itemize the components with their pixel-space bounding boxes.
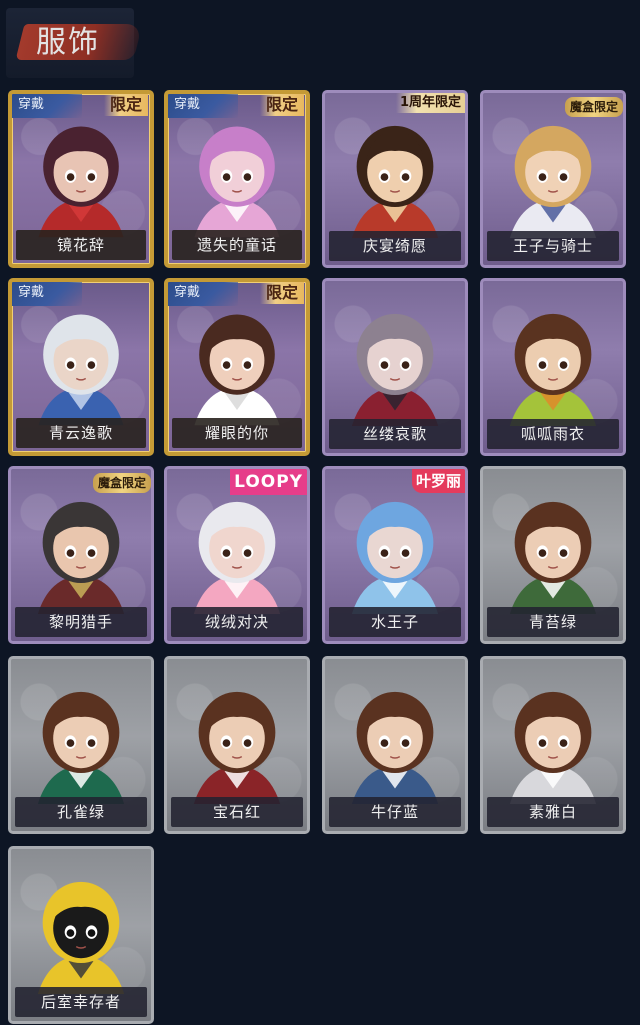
costume-grid: 穿戴 限定 镜花辞 穿戴 限定 遗失的童话 1周年限定 庆宴绮愿 魔盒限定 王子与骑士 穿戴 青云逸歌… <box>0 0 640 1025</box>
equipped-badge: 穿戴 <box>12 94 82 118</box>
costume-name-label: 耀眼的你 <box>172 418 302 448</box>
limited-badge: 限定 <box>259 94 304 116</box>
costume-name-label: 青云逸歌 <box>16 418 146 448</box>
costume-card[interactable]: 牛仔蓝 <box>322 656 468 834</box>
equipped-badge: 穿戴 <box>168 94 238 118</box>
limited-badge: 限定 <box>103 94 148 116</box>
equipped-badge: 穿戴 <box>12 282 82 306</box>
costume-card[interactable]: 穿戴 限定耀眼的你 <box>164 278 310 456</box>
costume-card[interactable]: 穿戴青云逸歌 <box>8 278 154 456</box>
costume-name-label: 丝缕哀歌 <box>329 419 461 449</box>
limited-badge: 魔盒限定 <box>92 473 151 493</box>
costume-name-label: 素雅白 <box>487 797 619 827</box>
costume-card[interactable]: 穿戴 限定遗失的童话 <box>164 90 310 268</box>
limited-badge: 限定 <box>259 282 304 304</box>
costume-name-label: 孔雀绿 <box>15 797 147 827</box>
costume-name-label: 庆宴绮愿 <box>329 231 461 261</box>
costume-card[interactable]: 后室幸存者 <box>8 846 154 1024</box>
costume-card[interactable]: 1周年限定庆宴绮愿 <box>322 90 468 268</box>
costume-name-label: 牛仔蓝 <box>329 797 461 827</box>
limited-badge: 叶罗丽 <box>411 469 465 493</box>
costume-card[interactable]: 宝石红 <box>164 656 310 834</box>
costume-card[interactable]: 魔盒限定王子与骑士 <box>480 90 626 268</box>
limited-badge: 1周年限定 <box>395 93 465 113</box>
equipped-badge: 穿戴 <box>168 282 238 306</box>
costume-card[interactable]: 叶罗丽水王子 <box>322 466 468 644</box>
costume-card[interactable]: 青苔绿 <box>480 466 626 644</box>
limited-badge: 魔盒限定 <box>564 97 623 117</box>
costume-card[interactable]: 魔盒限定黎明猎手 <box>8 466 154 644</box>
costume-name-label: 后室幸存者 <box>15 987 147 1017</box>
costume-card[interactable]: LOOPY 绒绒对决 <box>164 466 310 644</box>
costume-name-label: 王子与骑士 <box>487 231 619 261</box>
costume-name-label: 黎明猎手 <box>15 607 147 637</box>
costume-name-label: 宝石红 <box>171 797 303 827</box>
costume-card[interactable]: 丝缕哀歌 <box>322 278 468 456</box>
costume-name-label: 水王子 <box>329 607 461 637</box>
costume-card[interactable]: 呱呱雨衣 <box>480 278 626 456</box>
limited-badge: LOOPY <box>230 469 307 495</box>
costume-card[interactable]: 穿戴 限定镜花辞 <box>8 90 154 268</box>
costume-card[interactable]: 孔雀绿 <box>8 656 154 834</box>
costume-name-label: 呱呱雨衣 <box>487 419 619 449</box>
costume-card[interactable]: 素雅白 <box>480 656 626 834</box>
costume-name-label: 青苔绿 <box>487 607 619 637</box>
costume-name-label: 遗失的童话 <box>172 230 302 260</box>
costume-name-label: 镜花辞 <box>16 230 146 260</box>
costume-name-label: 绒绒对决 <box>171 607 303 637</box>
